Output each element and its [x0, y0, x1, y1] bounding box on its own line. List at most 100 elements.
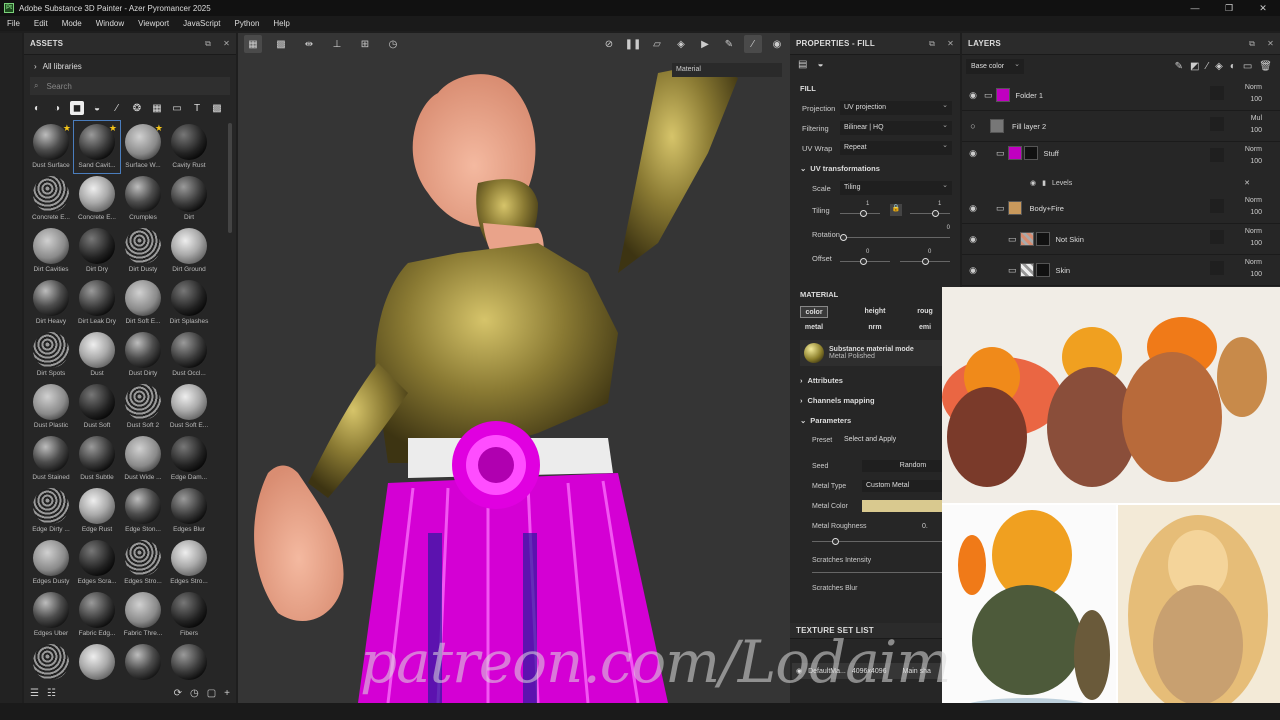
asset-tile[interactable]: ★ Surface W... [120, 121, 166, 173]
asset-tile[interactable]: Dirt Splashes [166, 277, 212, 329]
asset-tile[interactable]: Dirt [166, 173, 212, 225]
asset-tile[interactable]: Concrete E... [28, 173, 74, 225]
asset-tile[interactable]: Dirt Leak Dry [74, 277, 120, 329]
menu-javascript[interactable]: JavaScript [176, 19, 227, 28]
channel-normal[interactable]: nrm [850, 322, 900, 334]
asset-tile[interactable]: Edges Uber [28, 589, 74, 641]
filter-masks-icon[interactable]: ◼ [70, 101, 84, 115]
asset-tile[interactable]: Dust Soft E... [166, 381, 212, 433]
import-icon[interactable]: ▢ [207, 688, 216, 699]
blend-mode[interactable]: Mul [1250, 113, 1262, 125]
menu-edit[interactable]: Edit [27, 19, 55, 28]
layer-opacity[interactable]: 100 [1245, 238, 1262, 250]
layer-row[interactable]: ◉ ▭ Skin Norm 100 [962, 255, 1280, 286]
filter-filters-icon[interactable]: ◒ [90, 101, 104, 115]
blend-mode[interactable]: Norm [1245, 257, 1262, 269]
pause-icon[interactable]: ❚❚ [624, 35, 642, 53]
asset-tile[interactable]: ★ Dust Surface [28, 121, 74, 173]
assets-search[interactable]: ⌕ Search [30, 77, 230, 95]
asset-tile[interactable]: Fabric Edg... [74, 589, 120, 641]
layer-opacity[interactable]: 100 [1245, 269, 1262, 281]
asset-tile[interactable]: Dirt Cavities [28, 225, 74, 277]
asset-tile[interactable]: Dust Soft 2 [120, 381, 166, 433]
asset-tile[interactable]: Edges Scra... [74, 537, 120, 589]
asset-tile[interactable]: Cavity Rust [166, 121, 212, 173]
clone-icon[interactable]: ✎ [720, 35, 738, 53]
asset-tile[interactable]: Dirt Heavy [28, 277, 74, 329]
asset-tile[interactable]: Edges Stro... [120, 537, 166, 589]
asset-tile[interactable]: Edge Dam... [166, 433, 212, 485]
layer-row[interactable]: ◉ ▭ Body+Fire Norm 100 [962, 193, 1280, 224]
layer-row[interactable]: ○ Fill layer 2 Mul 100 [962, 111, 1280, 142]
eye-off-icon[interactable]: ○ [966, 121, 980, 131]
asset-tile[interactable]: Fabric Thre... [120, 589, 166, 641]
parameters-header[interactable]: ⌄ Parameters [790, 410, 960, 430]
eye-icon[interactable]: ◉ [966, 265, 980, 276]
close-assets-icon[interactable]: ✕ [223, 39, 230, 49]
layer-row[interactable]: ◉ ▭ Not Skin Norm 100 [962, 224, 1280, 255]
float-icon[interactable]: ⧉ [205, 39, 211, 49]
maximize-icon[interactable]: ❐ [1212, 0, 1246, 16]
asset-tile[interactable]: Edges Dusty [28, 537, 74, 589]
add-paint-layer-icon[interactable]: ⁄ [1206, 61, 1208, 72]
add-fill-layer-icon[interactable]: ◈ [1215, 61, 1223, 72]
uv-transformations-header[interactable]: ⌄ UV transformations [790, 158, 960, 178]
asset-tile[interactable]: Dust Dirty [120, 329, 166, 381]
library-selector[interactable]: › All libraries [24, 55, 236, 77]
asset-tile[interactable]: Dust [74, 329, 120, 381]
layer-row[interactable]: ◉ ▭ Folder 1 Norm 100 [962, 80, 1280, 111]
asset-tile[interactable]: Dust Stained [28, 433, 74, 485]
attributes-header[interactable]: › Attributes [790, 370, 960, 390]
asset-tile[interactable]: Edges Stro... [166, 537, 212, 589]
grid-view-icon[interactable]: ▦ [244, 35, 262, 53]
asset-tile[interactable]: Edges Blur [166, 485, 212, 537]
cube-icon[interactable]: ◈ [672, 35, 690, 53]
asset-tile[interactable]: Edge Rust [74, 485, 120, 537]
float-props-icon[interactable]: ⧉ [929, 39, 935, 49]
brush-icon[interactable]: ⁄ [744, 35, 762, 53]
history-icon[interactable]: ◷ [190, 688, 199, 699]
tiling-slider[interactable]: 1 [840, 201, 880, 217]
minimize-icon[interactable]: — [1178, 0, 1212, 16]
sort-icon[interactable]: ☰ [30, 688, 39, 699]
refresh-icon[interactable]: ⟳ [174, 688, 182, 699]
material-tab-icon[interactable]: ◒ [817, 59, 823, 70]
eye-icon[interactable]: ◉ [966, 203, 980, 214]
asset-tile[interactable]: Edge Ston... [120, 485, 166, 537]
screenshot-icon[interactable]: ◉ [768, 35, 786, 53]
projection-dropdown[interactable]: UV projection [840, 99, 952, 115]
tiling-slider-2[interactable]: 1 [910, 201, 950, 217]
channel-metal[interactable]: metal [800, 322, 828, 334]
channel-blend-dropdown[interactable]: Base color [966, 57, 1024, 74]
asset-tile[interactable]: Dust Occl... [166, 329, 212, 381]
scale-dropdown[interactable]: Tiling [840, 179, 952, 195]
channels-mapping-header[interactable]: › Channels mapping [790, 390, 960, 410]
history-view-icon[interactable]: ◷ [384, 35, 402, 53]
float-layers-icon[interactable]: ⧉ [1249, 39, 1255, 49]
close-props-icon[interactable]: ✕ [947, 39, 954, 49]
remove-effect-icon[interactable]: ✕ [1244, 179, 1250, 187]
layer-opacity[interactable]: 100 [1245, 94, 1262, 106]
video-icon[interactable]: ▶ [696, 35, 714, 53]
asset-tile[interactable]: Dirt Dusty [120, 225, 166, 277]
asset-tile[interactable]: Edge Dirty ... [28, 485, 74, 537]
scratches-intensity-slider[interactable] [812, 571, 950, 573]
lock-icon[interactable]: 🔒 [890, 204, 902, 216]
layer-opacity[interactable]: 100 [1245, 156, 1262, 168]
filtering-dropdown[interactable]: Bilinear | HQ [840, 119, 952, 135]
uvwrap-dropdown[interactable]: Repeat [840, 139, 952, 155]
blend-mode[interactable]: Norm [1245, 226, 1262, 238]
filter-particles-icon[interactable]: ❂ [130, 101, 144, 115]
rotation-slider[interactable]: 0 [840, 225, 950, 241]
layer-opacity[interactable]: 100 [1250, 125, 1262, 137]
offset-slider-u[interactable]: 0 [840, 249, 890, 265]
eye-icon[interactable]: ◉ [966, 234, 980, 245]
close-icon[interactable]: ✕ [1246, 0, 1280, 16]
properties-tab-icon[interactable]: ▤ [798, 59, 807, 70]
uv-view-icon[interactable]: ▩ [272, 35, 290, 53]
asset-tile[interactable]: ★ Sand Cavit... [73, 120, 121, 174]
filter-environments-icon[interactable]: ▭ [170, 101, 184, 115]
asset-tile[interactable]: Concrete E... [74, 173, 120, 225]
channel-height[interactable]: height [850, 306, 900, 318]
menu-mode[interactable]: Mode [55, 19, 89, 28]
